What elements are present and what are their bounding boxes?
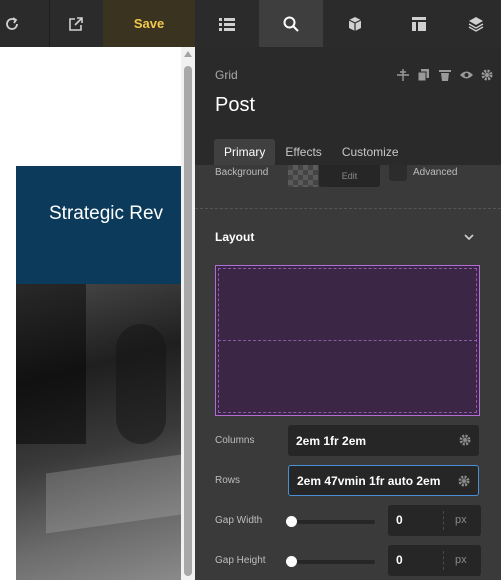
templates-button[interactable]	[387, 0, 451, 47]
gap-height-slider[interactable]	[286, 556, 375, 567]
columns-value: 2em 1fr 2em	[296, 433, 367, 448]
hero-photo[interactable]	[16, 284, 181, 580]
refresh-icon	[6, 16, 18, 30]
tab-primary[interactable]: Primary	[214, 139, 276, 165]
gear-icon[interactable]	[458, 475, 470, 487]
layers-icon	[468, 16, 484, 32]
columns-label: Columns	[215, 435, 255, 446]
search-button[interactable]	[259, 0, 323, 47]
slider-handle[interactable]	[286, 516, 297, 527]
refresh-button[interactable]	[0, 0, 24, 47]
element-title: Post	[215, 94, 256, 116]
gear-icon[interactable]	[459, 434, 471, 446]
cube-icon	[348, 16, 362, 31]
properties-panel: Grid Post Primary Effects Customize Back…	[195, 47, 501, 580]
gap-width-slider[interactable]	[286, 516, 375, 527]
advanced-label: Advanced	[413, 167, 458, 178]
pin-icon[interactable]	[395, 68, 411, 82]
copy-icon[interactable]	[416, 68, 432, 82]
gap-width-input[interactable]: 0 px	[388, 505, 481, 536]
background-swatch[interactable]	[288, 165, 318, 187]
scroll-up-icon[interactable]	[184, 51, 192, 57]
layers-button[interactable]	[451, 0, 501, 47]
components-button[interactable]	[323, 0, 387, 47]
external-link-icon	[69, 16, 83, 31]
gap-height-label: Gap Height	[215, 555, 266, 566]
gap-width-unit[interactable]: px	[455, 514, 467, 526]
save-button[interactable]: Save	[103, 0, 195, 47]
rows-value: 2em 47vmin 1fr auto 2em	[297, 473, 441, 488]
advanced-toggle[interactable]	[389, 165, 407, 181]
panel-header: Grid Post Primary Effects Customize	[195, 47, 501, 165]
panel-tabs: Primary Effects Customize	[214, 139, 409, 165]
chevron-down-icon[interactable]	[463, 231, 475, 243]
gap-height-unit[interactable]: px	[455, 554, 467, 566]
background-row: Background Edit Advanced	[195, 165, 501, 209]
layout-icon	[412, 16, 426, 31]
structure-button[interactable]	[195, 0, 259, 47]
header-actions	[395, 68, 495, 82]
hero-heading: Strategic Rev	[49, 203, 164, 224]
search-icon	[283, 16, 299, 32]
eye-icon[interactable]	[458, 68, 474, 82]
top-toolbar: Save	[0, 0, 501, 47]
gap-height-input[interactable]: 0 px	[388, 545, 481, 576]
breadcrumb[interactable]: Grid	[215, 68, 238, 82]
gap-height-value: 0	[396, 553, 403, 567]
scrollbar-thumb[interactable]	[184, 66, 192, 576]
tab-customize[interactable]: Customize	[332, 139, 409, 165]
columns-input[interactable]: 2em 1fr 2em	[288, 425, 479, 456]
slider-handle[interactable]	[286, 556, 297, 567]
tab-effects[interactable]: Effects	[275, 139, 331, 165]
open-external-button[interactable]	[50, 0, 102, 47]
gap-width-value: 0	[396, 513, 403, 527]
page-canvas[interactable]: Strategic Rev	[0, 47, 181, 580]
background-edit-button[interactable]: Edit	[319, 165, 380, 187]
rows-label: Rows	[215, 475, 241, 486]
panel-body: Background Edit Advanced Layout Columns …	[195, 165, 501, 580]
background-label: Background	[215, 167, 269, 178]
rows-input[interactable]: 2em 47vmin 1fr auto 2em	[288, 465, 479, 496]
trash-icon[interactable]	[437, 68, 453, 82]
grid-preview[interactable]	[215, 265, 480, 416]
list-icon	[219, 17, 235, 31]
layout-section-title[interactable]: Layout	[215, 230, 254, 244]
hero-banner[interactable]: Strategic Rev	[16, 166, 181, 284]
gear-icon[interactable]	[479, 68, 495, 82]
gap-width-label: Gap Width	[215, 515, 263, 526]
